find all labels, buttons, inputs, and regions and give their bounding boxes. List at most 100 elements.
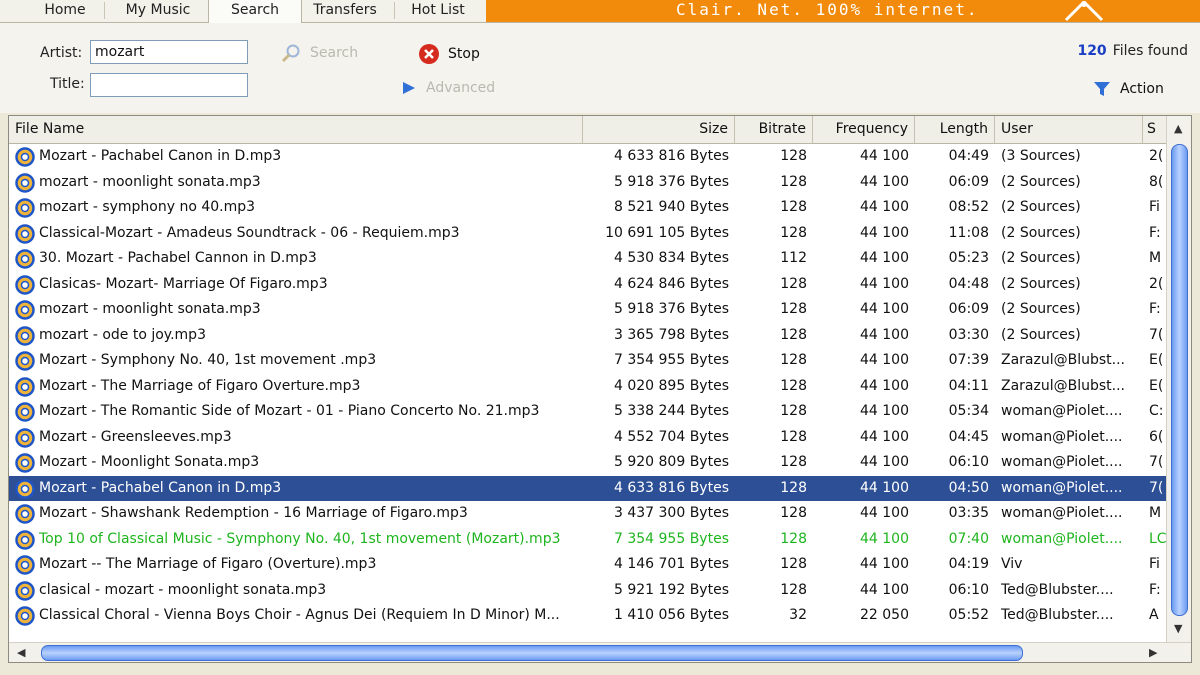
length-cell: 04:19 (948, 556, 989, 572)
size-cell: 4 633 816 Bytes (614, 479, 729, 496)
table-row[interactable]: Mozart - Pachabel Canon in D.mp3 4 633 81… (9, 144, 1167, 169)
size-cell: 4 624 846 Bytes (614, 275, 729, 292)
user-cell: (2 Sources) (1001, 301, 1081, 317)
scroll-right-arrow-icon[interactable]: ▶ (1149, 646, 1157, 659)
frequency-cell: 44 100 (860, 454, 909, 470)
audio-file-icon (15, 300, 35, 320)
column-header-extra[interactable]: S (1143, 116, 1167, 143)
ad-banner[interactable]: Clair. Net. 100% internet. (486, 0, 1200, 22)
play-arrow-icon (403, 82, 415, 94)
advanced-button-label: Advanced (426, 80, 496, 96)
extra-cell: 8( (1149, 173, 1164, 190)
frequency-cell: 44 100 (860, 377, 909, 394)
bitrate-cell: 128 (780, 581, 807, 598)
file-name-cell: mozart - moonlight sonata.mp3 (39, 301, 261, 317)
size-cell: 3 437 300 Bytes (614, 505, 729, 521)
bitrate-cell: 128 (780, 173, 807, 190)
table-row[interactable]: Mozart - The Marriage of Figaro Overture… (9, 374, 1167, 399)
file-name-cell: Top 10 of Classical Music - Symphony No.… (39, 530, 561, 547)
table-row[interactable]: Mozart - Greensleeves.mp3 4 552 704 Bytes… (9, 425, 1167, 450)
size-cell: 4 552 704 Bytes (614, 428, 729, 445)
bitrate-cell: 128 (780, 428, 807, 445)
table-row[interactable]: mozart - symphony no 40.mp3 8 521 940 Byt… (9, 195, 1167, 220)
scroll-left-arrow-icon[interactable]: ◀ (17, 646, 25, 659)
table-row[interactable]: Mozart - Symphony No. 40, 1st movement .… (9, 348, 1167, 373)
search-button[interactable]: Search (280, 43, 358, 63)
user-cell: woman@Piolet.... (1001, 479, 1123, 496)
audio-file-icon (15, 198, 35, 218)
column-header-frequency[interactable]: Frequency (813, 116, 915, 143)
user-cell: Ted@Blubster.... (1001, 607, 1114, 623)
tab-home[interactable]: Home (30, 0, 100, 22)
audio-file-icon (15, 478, 35, 499)
length-cell: 07:40 (948, 530, 989, 547)
table-row[interactable]: Mozart - Pachabel Canon in D.mp3 4 633 81… (9, 475, 1167, 501)
tab-transfers[interactable]: Transfers (300, 0, 390, 22)
tab-hot-list[interactable]: Hot List (398, 0, 478, 22)
stop-button[interactable]: Stop (418, 43, 480, 65)
action-button[interactable]: Action (1092, 80, 1164, 98)
length-cell: 07:39 (948, 352, 989, 368)
table-row[interactable]: Mozart - Shawshank Redemption - 16 Marri… (9, 501, 1167, 526)
file-name-cell: Mozart -- The Marriage of Figaro (Overtu… (39, 556, 377, 572)
table-row[interactable]: Mozart -- The Marriage of Figaro (Overtu… (9, 552, 1167, 577)
frequency-cell: 44 100 (860, 199, 909, 215)
horizontal-scroll-thumb[interactable] (41, 645, 1023, 661)
extra-cell: A (1149, 607, 1159, 623)
length-cell: 06:09 (948, 301, 989, 317)
file-name-cell: Mozart - The Marriage of Figaro Overture… (39, 377, 361, 394)
table-row[interactable]: Mozart - The Romantic Side of Mozart - 0… (9, 399, 1167, 424)
horizontal-scrollbar[interactable]: ◀ ▶ (9, 642, 1191, 662)
length-cell: 03:35 (948, 505, 989, 521)
length-cell: 06:10 (948, 454, 989, 470)
scroll-up-arrow-icon[interactable]: ▲ (1174, 122, 1182, 135)
length-cell: 11:08 (948, 224, 989, 241)
extra-cell: E( (1149, 352, 1164, 368)
extra-cell: M (1149, 505, 1162, 521)
tab-search[interactable]: Search (208, 0, 302, 23)
title-input[interactable] (90, 73, 248, 97)
table-row[interactable]: 30. Mozart - Pachabel Cannon in D.mp3 4 5… (9, 246, 1167, 271)
column-header-length[interactable]: Length (915, 116, 995, 143)
banner-text: Clair. Net. 100% internet. (676, 0, 979, 19)
extra-cell: 6( (1149, 428, 1164, 445)
table-row[interactable]: Classical Choral - Vienna Boys Choir - A… (9, 603, 1167, 628)
table-row[interactable]: mozart - moonlight sonata.mp3 5 918 376 B… (9, 297, 1167, 322)
table-row[interactable]: mozart - ode to joy.mp3 3 365 798 Bytes 12… (9, 323, 1167, 348)
artist-input[interactable] (90, 40, 248, 64)
column-header-size[interactable]: Size (583, 116, 735, 143)
frequency-cell: 44 100 (860, 301, 909, 317)
audio-file-icon (15, 249, 35, 269)
scroll-down-arrow-icon[interactable]: ▼ (1174, 622, 1182, 635)
column-header-user[interactable]: User (995, 116, 1143, 143)
size-cell: 10 691 105 Bytes (605, 224, 729, 241)
audio-file-icon (15, 274, 35, 295)
extra-cell: F: (1149, 224, 1161, 241)
length-cell: 05:23 (948, 250, 989, 266)
file-name-cell: clasical - mozart - moonlight sonata.mp3 (39, 581, 327, 598)
column-header-file-name[interactable]: File Name (9, 116, 583, 143)
size-cell: 4 633 816 Bytes (614, 148, 729, 164)
user-cell: (2 Sources) (1001, 326, 1081, 343)
advanced-button[interactable]: Advanced (400, 80, 495, 96)
audio-file-icon (15, 402, 35, 422)
size-cell: 5 920 809 Bytes (614, 454, 729, 470)
size-cell: 3 365 798 Bytes (614, 326, 729, 343)
length-cell: 04:49 (948, 148, 989, 164)
table-row[interactable]: Top 10 of Classical Music - Symphony No.… (9, 527, 1167, 552)
table-row[interactable]: Classical-Mozart - Amadeus Soundtrack - … (9, 221, 1167, 246)
table-row[interactable]: Clasicas- Mozart- Marriage Of Figaro.mp3… (9, 272, 1167, 297)
audio-file-icon (15, 172, 35, 193)
table-row[interactable]: mozart - moonlight sonata.mp3 5 918 376 B… (9, 170, 1167, 195)
file-name-cell: Mozart - Greensleeves.mp3 (39, 428, 232, 445)
vertical-scroll-thumb[interactable] (1171, 144, 1188, 616)
tab-my-music[interactable]: My Music (110, 0, 206, 22)
table-row[interactable]: clasical - mozart - moonlight sonata.mp3… (9, 578, 1167, 603)
bitrate-cell: 128 (780, 377, 807, 394)
column-header-bitrate[interactable]: Bitrate (735, 116, 813, 143)
extra-cell: F: (1149, 581, 1161, 598)
audio-file-icon (15, 376, 35, 397)
vertical-scrollbar[interactable]: ▲ ▼ (1166, 116, 1191, 644)
table-row[interactable]: Mozart - Moonlight Sonata.mp3 5 920 809 B… (9, 450, 1167, 475)
user-cell: woman@Piolet.... (1001, 403, 1123, 419)
